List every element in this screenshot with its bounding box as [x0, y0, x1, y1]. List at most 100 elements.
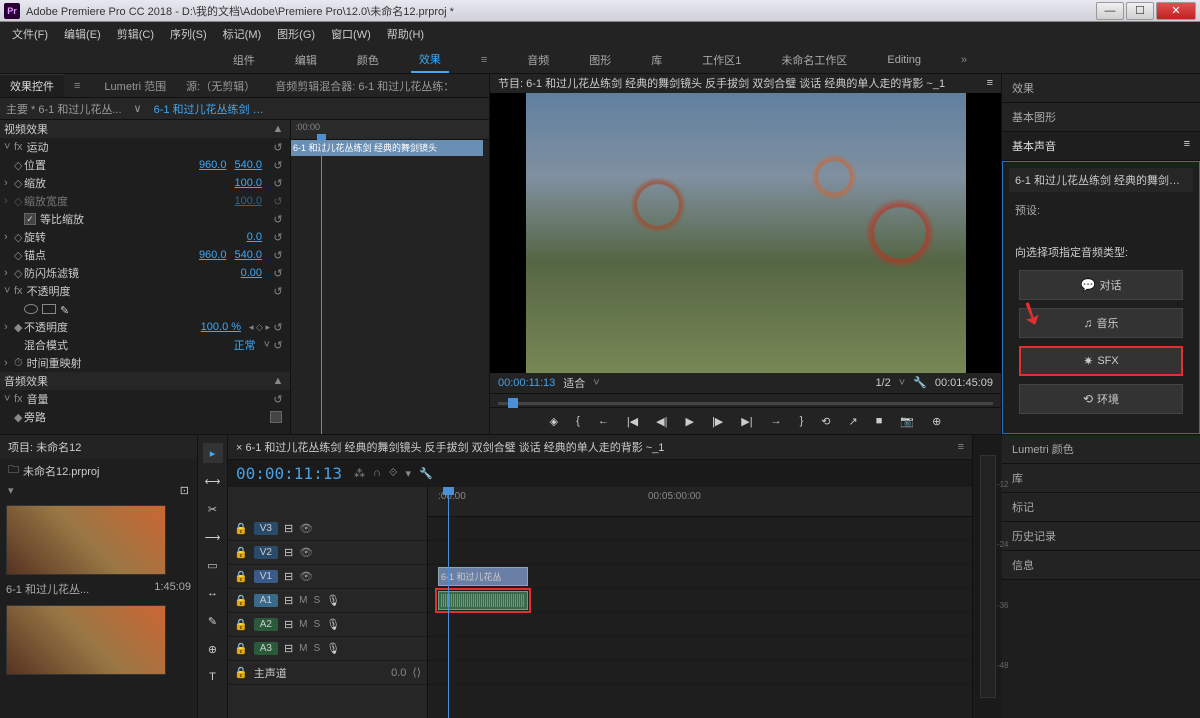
ws-libraries[interactable]: 库 [643, 48, 670, 72]
track-select-tool-icon[interactable]: ⟷ [203, 471, 223, 491]
close-button[interactable]: ✕ [1156, 2, 1196, 20]
lock-icon[interactable]: 🔒 [234, 618, 248, 631]
program-menu-icon[interactable]: ≡ [987, 77, 993, 89]
zoom-tool-icon[interactable]: ⊕ [203, 639, 223, 659]
val-anchor-y[interactable]: 540.0 [234, 249, 262, 261]
tab-source-none[interactable]: 源:（无剪辑） [176, 75, 265, 97]
toggle-icon[interactable]: ⊟ [284, 594, 293, 607]
lock-icon[interactable]: 🔒 [234, 594, 248, 607]
frame-fwd-icon[interactable]: |▶ [708, 413, 727, 430]
audio-clip[interactable] [438, 591, 528, 610]
reset-icon[interactable]: ↺ [270, 321, 286, 334]
type-tool-icon[interactable]: T [203, 667, 223, 687]
mic-icon[interactable]: 🎙 [326, 594, 340, 607]
reset-icon[interactable]: ↺ [270, 267, 286, 280]
ripple-tool-icon[interactable]: ✂ [203, 499, 223, 519]
menu-sequence[interactable]: 序列(S) [164, 24, 213, 44]
val-pos-y[interactable]: 540.0 [234, 159, 262, 171]
scrub-playhead[interactable] [508, 398, 518, 408]
filter-icon[interactable]: ⊡ [180, 484, 189, 497]
mute-icon[interactable]: M [299, 643, 307, 654]
slip-tool-icon[interactable]: ▭ [203, 555, 223, 575]
timeline-sequence-name[interactable]: × 6-1 和过儿花丛练剑 经典的舞剑镜头 反手拔剑 双剑合璧 谈话 经典的单人… [236, 439, 664, 455]
effect-controls-timeline[interactable]: :00:00 6-1 和过儿花丛练剑 经典的舞剑镜头 [290, 120, 489, 434]
minimize-button[interactable]: — [1096, 2, 1124, 20]
val-opacity[interactable]: 100.0 % [201, 321, 241, 333]
val-scale[interactable]: 100.0 [234, 177, 262, 189]
mute-icon[interactable]: M [299, 619, 307, 630]
project-thumbnail[interactable] [6, 505, 166, 575]
track-a1[interactable]: A1 [254, 594, 278, 607]
button-editor-icon[interactable]: ⊕ [928, 413, 945, 430]
step-fwd-icon[interactable]: ▶| [737, 413, 756, 430]
camera-icon[interactable]: 📷 [896, 413, 918, 430]
tab-info[interactable]: 信息 [1002, 551, 1200, 580]
mute-icon[interactable]: M [299, 595, 307, 606]
lift-icon[interactable]: ⟲ [817, 413, 834, 430]
ec-master-clip[interactable]: 主要 * 6-1 和过儿花丛... [0, 101, 128, 117]
tab-audio-clip-mixer[interactable]: 音频剪辑混合器: 6-1 和过儿花丛练： [265, 75, 464, 97]
frame-back-icon[interactable]: ◀| [652, 413, 671, 430]
mic-icon[interactable]: 🎙 [326, 618, 340, 631]
track-v3[interactable]: V3 [254, 522, 278, 535]
val-blend[interactable]: 正常 [234, 337, 256, 353]
toggle-icon[interactable]: ⊟ [284, 546, 293, 559]
hand-tool-icon[interactable]: ✎ [203, 611, 223, 631]
program-monitor[interactable] [490, 93, 1001, 373]
toggle-icon[interactable]: ⊟ [284, 618, 293, 631]
pen-tool-icon[interactable]: ↔ [203, 583, 223, 603]
ws-effects-menu-icon[interactable]: ≡ [473, 50, 495, 70]
snap-icon[interactable]: ⁂ [354, 467, 365, 480]
val-rotation[interactable]: 0.0 [247, 231, 262, 243]
timeline-ruler[interactable]: :00:00 00:05:00:00 [428, 487, 972, 517]
reset-icon[interactable]: ↺ [270, 339, 286, 352]
effect-motion[interactable]: 运动 [27, 139, 270, 155]
ws-assembly[interactable]: 组件 [225, 48, 263, 72]
settings-icon[interactable]: ▾ [406, 467, 412, 480]
toggle-icon[interactable]: ⊟ [284, 522, 293, 535]
step-back-icon[interactable]: |◀ [623, 413, 642, 430]
go-out-icon[interactable]: → [767, 413, 786, 429]
val-anchor-x[interactable]: 960.0 [199, 249, 227, 261]
reset-volume-icon[interactable]: ↺ [270, 393, 286, 406]
mic-icon[interactable]: 🎙 [326, 642, 340, 655]
checkbox-uniform-scale[interactable] [24, 213, 36, 225]
resolution-dropdown[interactable]: 1/2 [875, 377, 890, 389]
ec-playhead[interactable] [321, 140, 322, 434]
ws-overflow-icon[interactable]: » [953, 50, 975, 70]
tab-effect-controls[interactable]: 效果控件 [0, 74, 64, 97]
val-scale-w[interactable]: 100.0 [234, 195, 262, 207]
program-timecode[interactable]: 00:00:11:13 [498, 377, 555, 389]
solo-icon[interactable]: S [314, 619, 321, 630]
reset-motion-icon[interactable]: ↺ [270, 141, 286, 154]
wrench-icon[interactable]: 🔧 [419, 467, 433, 480]
reset-icon[interactable]: ↺ [270, 159, 286, 172]
ws-color[interactable]: 颜色 [349, 48, 387, 72]
extract-icon[interactable]: ↗ [845, 413, 862, 430]
ws-unnamed[interactable]: 未命名工作区 [773, 48, 855, 72]
lock-icon[interactable]: 🔒 [234, 546, 248, 559]
toggle-icon[interactable]: ⊟ [284, 642, 293, 655]
es-ambience-button[interactable]: ⟲环境 [1019, 384, 1183, 414]
tab-libraries[interactable]: 库 [1002, 464, 1200, 493]
play-icon[interactable]: ▶ [681, 413, 697, 430]
track-master[interactable]: 主声道 [254, 665, 287, 681]
effect-time-remap[interactable]: 时间重映射 [27, 355, 286, 371]
project-title[interactable]: 项目: 未命名12 [0, 435, 197, 459]
selection-tool-icon[interactable]: ▸ [203, 443, 223, 463]
video-clip[interactable]: 6-1 和过儿花丛 [438, 567, 528, 586]
tab-essential-sound[interactable]: 基本声音 [1012, 138, 1056, 154]
menu-window[interactable]: 窗口(W) [325, 24, 377, 44]
ws-graphics[interactable]: 图形 [581, 48, 619, 72]
tab-effects[interactable]: 效果 [1002, 74, 1200, 103]
project-thumbnail[interactable] [6, 605, 166, 675]
mask-shape-icons[interactable]: ✎ [24, 304, 74, 314]
timeline-timecode[interactable]: 00:00:11:13 [236, 464, 342, 483]
tab-essential-graphics[interactable]: 基本图形 [1002, 103, 1200, 132]
bin-icon[interactable]: 🗀 [8, 461, 19, 480]
lock-icon[interactable]: 🔒 [234, 522, 248, 535]
checkbox-bypass[interactable] [270, 411, 282, 423]
ec-clip-bar[interactable]: 6-1 和过儿花丛练剑 经典的舞剑镜头 [291, 140, 483, 156]
es-menu-icon[interactable]: ≡ [1184, 138, 1190, 154]
maximize-button[interactable]: ☐ [1126, 2, 1154, 20]
